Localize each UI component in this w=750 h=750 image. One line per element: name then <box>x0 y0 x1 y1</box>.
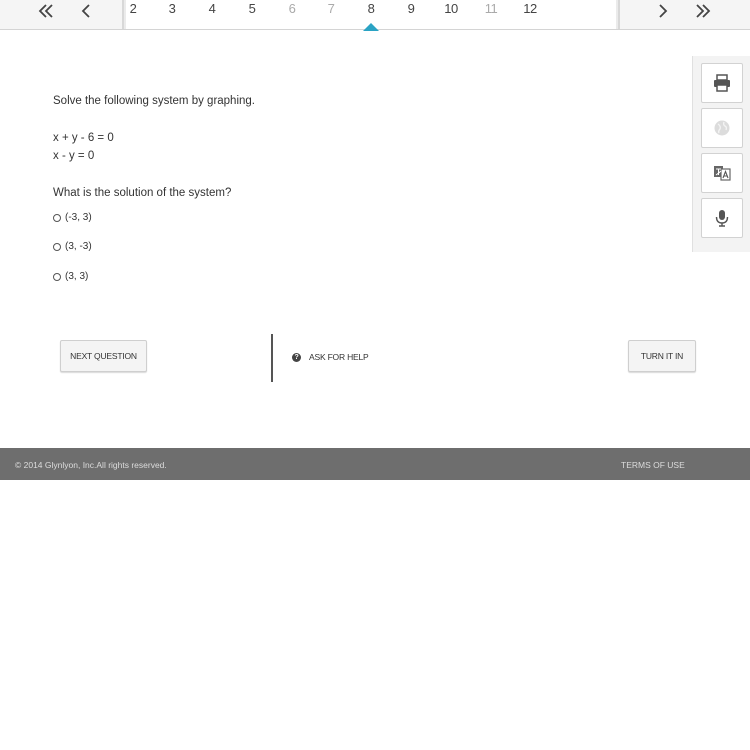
translate-icon <box>714 166 731 181</box>
globe-button[interactable] <box>701 108 743 148</box>
page-link[interactable]: 12 <box>520 1 540 16</box>
page-link[interactable]: 7 <box>321 1 341 16</box>
turn-it-in-button[interactable]: TURN IT IN <box>628 340 696 372</box>
answer-choice[interactable]: (-3, 3) <box>53 212 92 223</box>
answer-choice-label: (3, 3) <box>65 271 89 282</box>
question-mark-icon: ? <box>292 352 301 362</box>
footer: © 2014 Glynlyon, Inc.All rights reserved… <box>0 448 750 480</box>
double-chevron-left-icon[interactable] <box>36 2 56 20</box>
chevron-left-icon[interactable] <box>76 2 96 20</box>
answer-choice[interactable]: (3, 3) <box>53 271 88 282</box>
tool-sidebar <box>692 56 750 252</box>
radio-button[interactable] <box>53 213 61 222</box>
page-link-current[interactable]: 8 <box>361 1 381 16</box>
answer-choice[interactable]: (3, -3) <box>53 241 92 252</box>
equation-1: x + y - 6 = 0 <box>53 132 114 144</box>
radio-button[interactable] <box>53 242 61 251</box>
page-link[interactable]: 11 <box>481 1 501 16</box>
question-ask: What is the solution of the system? <box>53 187 232 199</box>
double-chevron-right-icon[interactable] <box>693 2 713 20</box>
ask-for-help-button[interactable]: ? ASK FOR HELP <box>292 352 369 362</box>
nav-right-group <box>618 0 750 29</box>
print-button[interactable] <box>701 63 743 103</box>
print-icon <box>714 74 730 92</box>
ask-for-help-label: ASK FOR HELP <box>309 352 369 362</box>
chevron-right-icon[interactable] <box>653 2 673 20</box>
page-link[interactable]: 5 <box>242 1 262 16</box>
radio-button[interactable] <box>53 272 61 281</box>
current-page-indicator <box>363 23 379 31</box>
next-question-button[interactable]: NEXT QUESTION <box>60 340 147 372</box>
copyright-text: © 2014 Glynlyon, Inc.All rights reserved… <box>15 460 167 470</box>
page-link[interactable]: 2 <box>123 1 143 16</box>
page-link[interactable]: 9 <box>401 1 421 16</box>
question-prompt: Solve the following system by graphing. <box>53 95 255 107</box>
globe-icon <box>714 120 730 136</box>
translate-button[interactable] <box>701 153 743 193</box>
page-link[interactable]: 4 <box>202 1 222 16</box>
equation-2: x - y = 0 <box>53 150 95 162</box>
microphone-icon <box>715 210 729 227</box>
nav-left-group <box>0 0 124 29</box>
page-link[interactable]: 10 <box>441 1 461 16</box>
action-divider <box>271 334 273 382</box>
terms-of-use-link[interactable]: TERMS OF USE <box>621 460 685 470</box>
page-link[interactable]: 6 <box>282 1 302 16</box>
answer-choice-label: (3, -3) <box>65 241 92 252</box>
answer-choice-label: (-3, 3) <box>65 212 92 223</box>
microphone-button[interactable] <box>701 198 743 238</box>
page-link[interactable]: 3 <box>162 1 182 16</box>
